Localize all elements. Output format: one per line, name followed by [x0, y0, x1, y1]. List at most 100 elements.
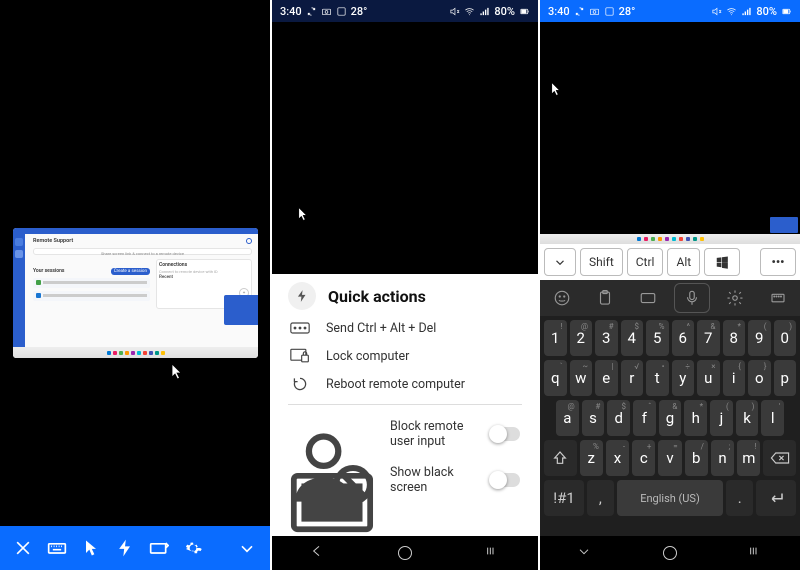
keyboard-settings-button[interactable]: [717, 283, 753, 313]
key-l[interactable]: l': [761, 400, 784, 436]
battery-icon: [519, 6, 530, 17]
key-u[interactable]: u×: [697, 360, 720, 396]
key-o[interactable]: o}: [748, 360, 771, 396]
close-button[interactable]: [10, 535, 36, 561]
key-a[interactable]: a@: [556, 400, 579, 436]
key-8[interactable]: 8*: [723, 320, 746, 356]
comma-key[interactable]: ,: [587, 480, 614, 516]
period-key[interactable]: .: [726, 480, 753, 516]
key-v[interactable]: v=: [658, 440, 681, 476]
android-nav-bar: [272, 536, 538, 570]
more-button[interactable]: •••: [760, 248, 796, 276]
pointer-button[interactable]: [78, 535, 104, 561]
create-session-button[interactable]: Create a session: [111, 268, 150, 275]
key-p[interactable]: p: [774, 360, 797, 396]
cursor-icon: [550, 82, 562, 101]
nav-recents[interactable]: [485, 543, 501, 563]
key-b[interactable]: b/: [685, 440, 708, 476]
alt-key[interactable]: Alt: [667, 248, 700, 276]
key-3[interactable]: 3#: [595, 320, 618, 356]
sync-icon: [306, 6, 317, 17]
chevron-down-icon[interactable]: [234, 535, 260, 561]
remote-view-area[interactable]: [540, 22, 800, 244]
key-k[interactable]: k): [736, 400, 759, 436]
nav-recents[interactable]: [748, 543, 764, 563]
key-f[interactable]: fˆ: [633, 400, 656, 436]
key-w[interactable]: w~: [570, 360, 593, 396]
space-key[interactable]: English (US): [617, 480, 724, 516]
key-j[interactable]: j(: [710, 400, 733, 436]
key-m[interactable]: m!: [737, 440, 760, 476]
keyboard-button[interactable]: [44, 535, 70, 561]
nav-home[interactable]: [398, 546, 412, 560]
kb-row-asdf: a@s#d$fˆg&h*j(k)l': [542, 400, 798, 436]
status-bar: 3:40 28° 80%: [540, 0, 800, 22]
symbols-key[interactable]: !#1: [544, 480, 584, 516]
shift-key[interactable]: Shift: [580, 248, 623, 276]
windows-key[interactable]: [704, 248, 740, 276]
key-z[interactable]: z%: [580, 440, 603, 476]
keyboard-toggle-button[interactable]: [146, 535, 172, 561]
key-7[interactable]: 7&: [697, 320, 720, 356]
lock-computer-icon: [290, 348, 310, 364]
gif-button[interactable]: [630, 283, 666, 313]
key-s[interactable]: s#: [582, 400, 605, 436]
actions-button[interactable]: [112, 535, 138, 561]
key-d[interactable]: d$: [607, 400, 630, 436]
key-i[interactable]: i{: [723, 360, 746, 396]
emoji-button[interactable]: [544, 283, 580, 313]
keyboard-hide[interactable]: [576, 543, 592, 563]
panel-keyboard: 3:40 28° 80% Shift Ctrl Alt •••: [540, 0, 800, 570]
sync-icon: [574, 6, 585, 17]
send-ctrl-alt-del[interactable]: Send Ctrl + Alt + Del: [272, 314, 538, 342]
key-0[interactable]: 0): [774, 320, 797, 356]
nav-back[interactable]: [309, 543, 325, 563]
key-y[interactable]: y÷: [672, 360, 695, 396]
backspace-key[interactable]: [763, 440, 796, 476]
block-remote-input-toggle[interactable]: Block remote user input: [272, 411, 538, 457]
nav-home[interactable]: [663, 546, 677, 560]
shift-key[interactable]: [544, 440, 577, 476]
settings-button[interactable]: [180, 535, 206, 561]
key-t[interactable]: t•: [646, 360, 669, 396]
keyboard-expand-button[interactable]: [760, 283, 796, 313]
key-n[interactable]: n;: [711, 440, 734, 476]
reboot-remote[interactable]: Reboot remote computer: [272, 370, 538, 398]
lock-computer[interactable]: Lock computer: [272, 342, 538, 370]
remote-view-area[interactable]: [272, 22, 538, 274]
key-9[interactable]: 9(: [748, 320, 771, 356]
key-h[interactable]: h*: [684, 400, 707, 436]
clipboard-button[interactable]: [587, 283, 623, 313]
mute-icon: [449, 6, 460, 17]
lightning-icon: [288, 282, 316, 310]
key-c[interactable]: c+: [632, 440, 655, 476]
keypress-icon: [290, 320, 310, 336]
session-toolbar: [0, 526, 270, 570]
key-5[interactable]: 5%: [646, 320, 669, 356]
key-1[interactable]: 1!: [544, 320, 567, 356]
voice-input-button[interactable]: [674, 283, 710, 313]
toggle-switch[interactable]: [490, 427, 520, 441]
quick-actions-title: Quick actions: [328, 287, 426, 306]
cursor-icon: [297, 207, 309, 226]
key-x[interactable]: x-: [606, 440, 629, 476]
key-4[interactable]: 4$: [621, 320, 644, 356]
toggle-switch[interactable]: [490, 473, 520, 487]
kb-row-zxcv: z%x-c+v=b/n;m!: [542, 440, 798, 476]
wifi-icon: [726, 6, 737, 17]
key-g[interactable]: g&: [659, 400, 682, 436]
wifi-icon: [464, 6, 475, 17]
key-6[interactable]: 6^: [672, 320, 695, 356]
camera-icon: [321, 6, 332, 17]
ctrl-key[interactable]: Ctrl: [627, 248, 664, 276]
collapse-button[interactable]: [544, 248, 576, 276]
remote-support-title: Remote Support: [33, 238, 73, 244]
key-e[interactable]: e|: [595, 360, 618, 396]
divider: [288, 404, 522, 405]
enter-key[interactable]: [756, 480, 796, 516]
key-2[interactable]: 2@: [570, 320, 593, 356]
key-q[interactable]: q`: [544, 360, 567, 396]
signal-icon: [741, 6, 752, 17]
mute-icon: [711, 6, 722, 17]
key-r[interactable]: r√: [621, 360, 644, 396]
